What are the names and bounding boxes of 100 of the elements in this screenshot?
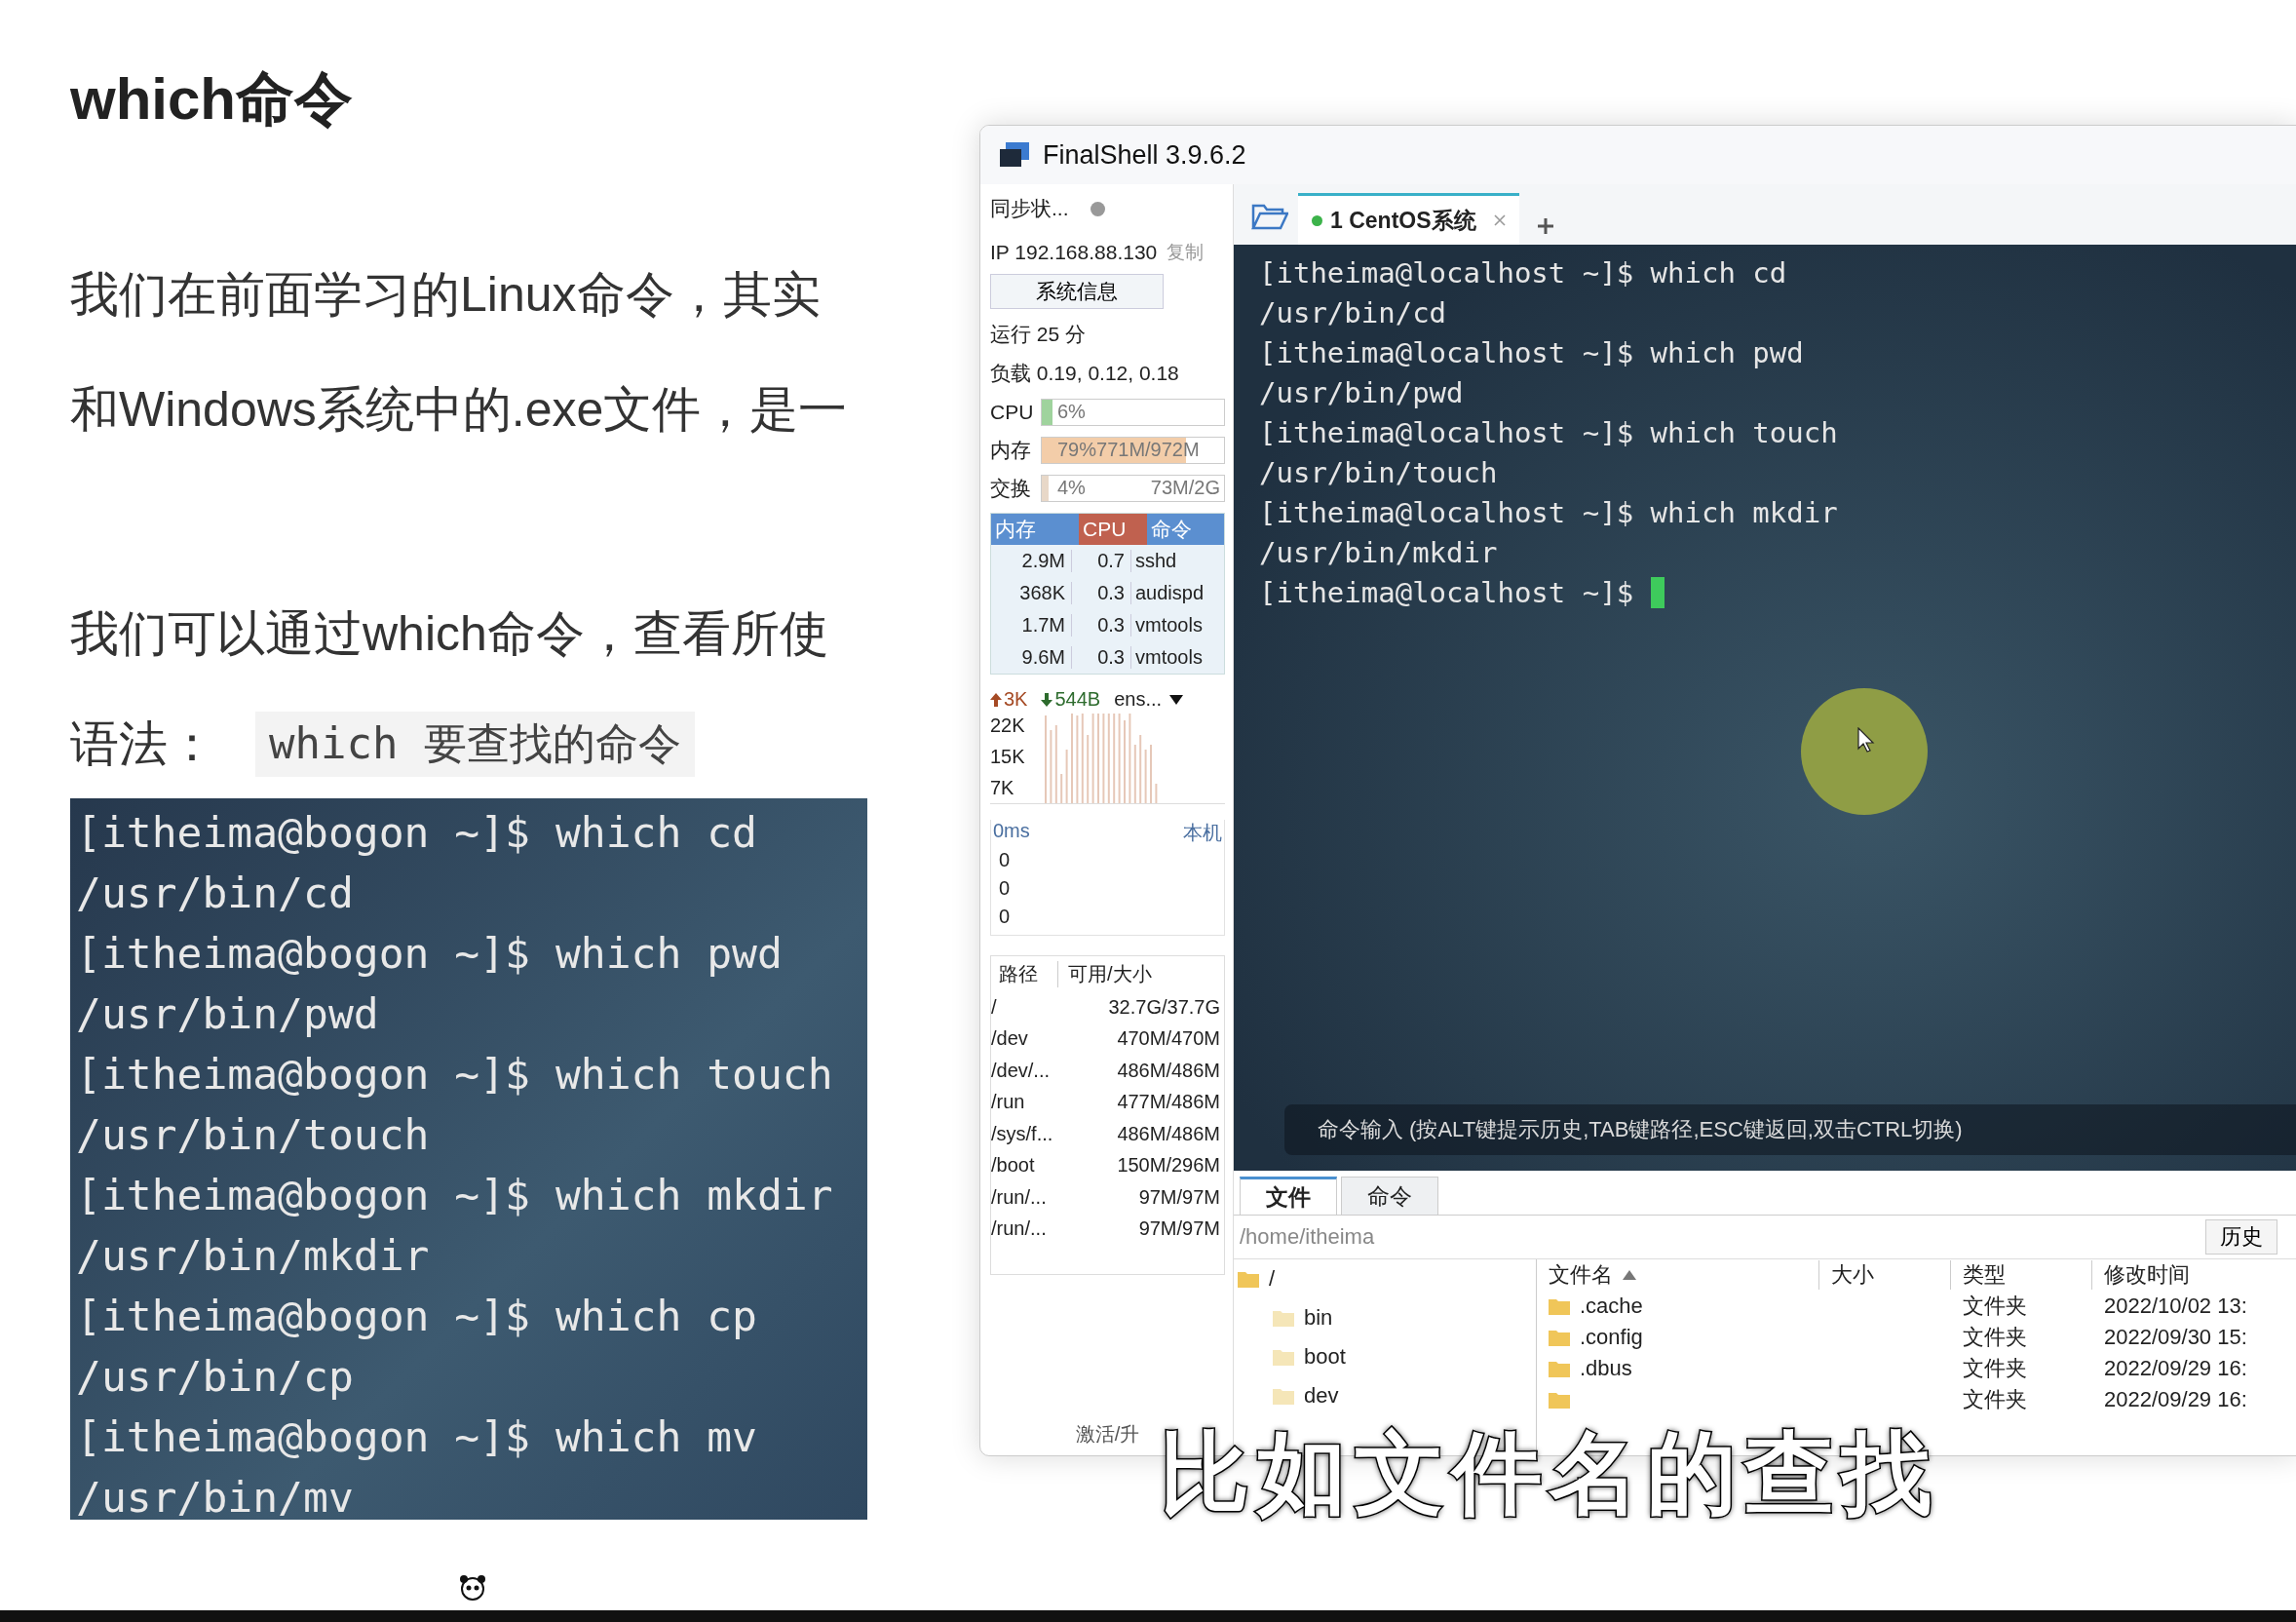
table-cell-text: 9.6M [1020,646,1066,669]
disk-usage-cell-text: 150M/296M [1116,1154,1221,1178]
sync-status: 同步状... [990,196,1069,221]
table-cell-text: sshd [1134,550,1178,572]
meter-label: CPU [990,400,1035,424]
table-cell: /run/... [991,1185,1047,1209]
table-cell-text: 文件夹 [1963,1324,2027,1351]
table-cell-text: 文件夹 [1963,1293,2027,1320]
folder-icon [1273,1309,1294,1327]
terminal-line: /usr/bin/touch [76,1109,431,1161]
table-cell: 2022/10/02 13: [2104,1294,2247,1319]
table-cell: /dev/... [991,1059,1051,1082]
panda-icon [458,1573,487,1603]
table-cell-text: 文件夹 [1963,1386,2027,1413]
axis-label: 7K [990,776,1015,799]
axis-label: 22K [990,714,1026,738]
panel-tab[interactable]: 文件 [1240,1177,1337,1215]
session-tab[interactable]: 1 CentOS系统 [1298,193,1519,245]
tree-item[interactable]: boot [1304,1344,1346,1370]
terminal-line: /usr/bin/cd [76,868,355,919]
file-name[interactable]: .dbus [1580,1356,1632,1381]
disk-usage-cell-text: 477M/486M [1116,1091,1221,1114]
column-header: 路径 [991,960,1058,987]
terminal-line: /usr/bin/pwd [1259,375,1464,409]
table-cell: /sys/f... [991,1122,1053,1145]
column-header[interactable]: 修改时间 [2092,1260,2296,1290]
system-info-button[interactable]: 系统信息 [990,274,1164,309]
mouse-pointer-icon [1857,727,1875,753]
terminal-line: /usr/bin/mv [76,1472,355,1524]
ip-address: IP 192.168.88.130 [990,241,1158,264]
disk-usage-cell-text: 32.7G/37.7G [1107,995,1221,1019]
window-title: FinalShell 3.9.6.2 [1043,139,1246,171]
syntax-label: 语法： [70,715,216,773]
table-cell: /run [991,1091,1025,1114]
panel-tab[interactable]: 命令 [1341,1177,1438,1215]
column-header[interactable]: 文件名 [1549,1260,1613,1290]
download-speed: 544B [1054,688,1101,711]
axis-label: 15K [990,746,1026,768]
folder-icon[interactable] [1251,202,1288,231]
terminal-line: [itheima@bogon ~]$ which cp [76,1291,758,1342]
table-cell: 2022/09/30 15: [2104,1325,2247,1350]
disk-usage-cell-text: 97M/97M [1137,1217,1221,1241]
caret-icon [1169,694,1184,705]
table-cell: /run/... [991,1217,1047,1241]
paragraph-line: 我们在前面学习的Linux命令，其实 [70,266,822,324]
table-cell-text: vmtools [1134,646,1204,669]
folder-icon [1238,1270,1259,1288]
folder-icon [1273,1387,1294,1405]
history-button[interactable]: 历史 [2205,1219,2277,1255]
table-cell: 0.3 [1071,614,1131,637]
file-name[interactable]: .config [1580,1325,1643,1350]
terminal-line: [itheima@localhost ~]$ which touch [1259,415,1838,449]
terminal-line: /usr/bin/mkdir [1259,535,1498,569]
app-icon [1000,142,1029,168]
text-cursor [1650,576,1665,608]
table-cell: 0.3 [1071,646,1131,669]
terminal-line: [itheima@bogon ~]$ which cd [76,807,758,859]
interface-dropdown[interactable]: ens... [1114,688,1184,711]
tree-item[interactable]: bin [1304,1305,1333,1331]
terminal-line: [itheima@localhost ~]$ which pwd [1259,335,1804,369]
add-tab-icon[interactable] [1536,217,1554,235]
tree-item[interactable]: / [1269,1266,1276,1292]
close-icon[interactable] [1493,214,1506,226]
terminal-line: /usr/bin/touch [1259,455,1498,489]
down-arrow-icon [1041,692,1053,707]
terminal-line: [itheima@bogon ~]$ which mv [76,1411,758,1463]
table-cell-text: 1.7M [1020,614,1066,637]
column-header[interactable]: CPU [1079,514,1147,545]
disk-usage-cell-text: 486M/486M [1116,1059,1221,1082]
path-field[interactable]: /home/itheima [1240,1224,2205,1250]
meter-reading: 6% [1056,401,1086,423]
up-arrow-icon [990,692,1002,707]
axis-label: 0 [998,876,1012,901]
status-dot [1090,201,1105,216]
table-cell-text: 2.9M [1020,550,1066,572]
table-cell: 0.3 [1071,582,1131,604]
table-cell: 2022/09/29 16: [2104,1387,2247,1412]
table-cell: /dev [991,1027,1028,1051]
folder-icon [1549,1360,1570,1377]
disk-usage-cell-text: 486M/486M [1116,1122,1221,1145]
table-cell-text: vmtools [1134,614,1204,637]
meter-label: 交换 [990,475,1032,501]
table-cell-text: 368K [1018,582,1066,604]
column-header[interactable]: 类型 [1951,1260,2092,1290]
column-header[interactable]: 大小 [1819,1260,1951,1290]
file-name[interactable]: .cache [1580,1294,1643,1319]
page-title: which命令 [70,65,354,134]
terminal-line: [itheima@bogon ~]$ which mkdir [76,1170,834,1221]
table-cell-text: 文件夹 [1963,1355,2027,1382]
meter-label: 内存 [990,437,1032,463]
ping-host: 本机 [1183,821,1222,845]
tree-item[interactable]: dev [1304,1383,1339,1409]
paragraph-line: 我们可以通过which命令，查看所使 [70,605,829,663]
table-cell: / [991,995,997,1019]
column-header: 可用/大小 [1067,961,1152,986]
disk-usage-cell-text: 470M/470M [1116,1027,1221,1051]
folder-icon [1549,1391,1570,1409]
upload-speed: 3K [1004,688,1028,711]
sort-ascending-icon [1623,1270,1636,1280]
command-input-field[interactable]: 命令输入 (按ALT键提示历史,TAB键路径,ESC键返回,双击CTRL切换) [1284,1104,2296,1155]
